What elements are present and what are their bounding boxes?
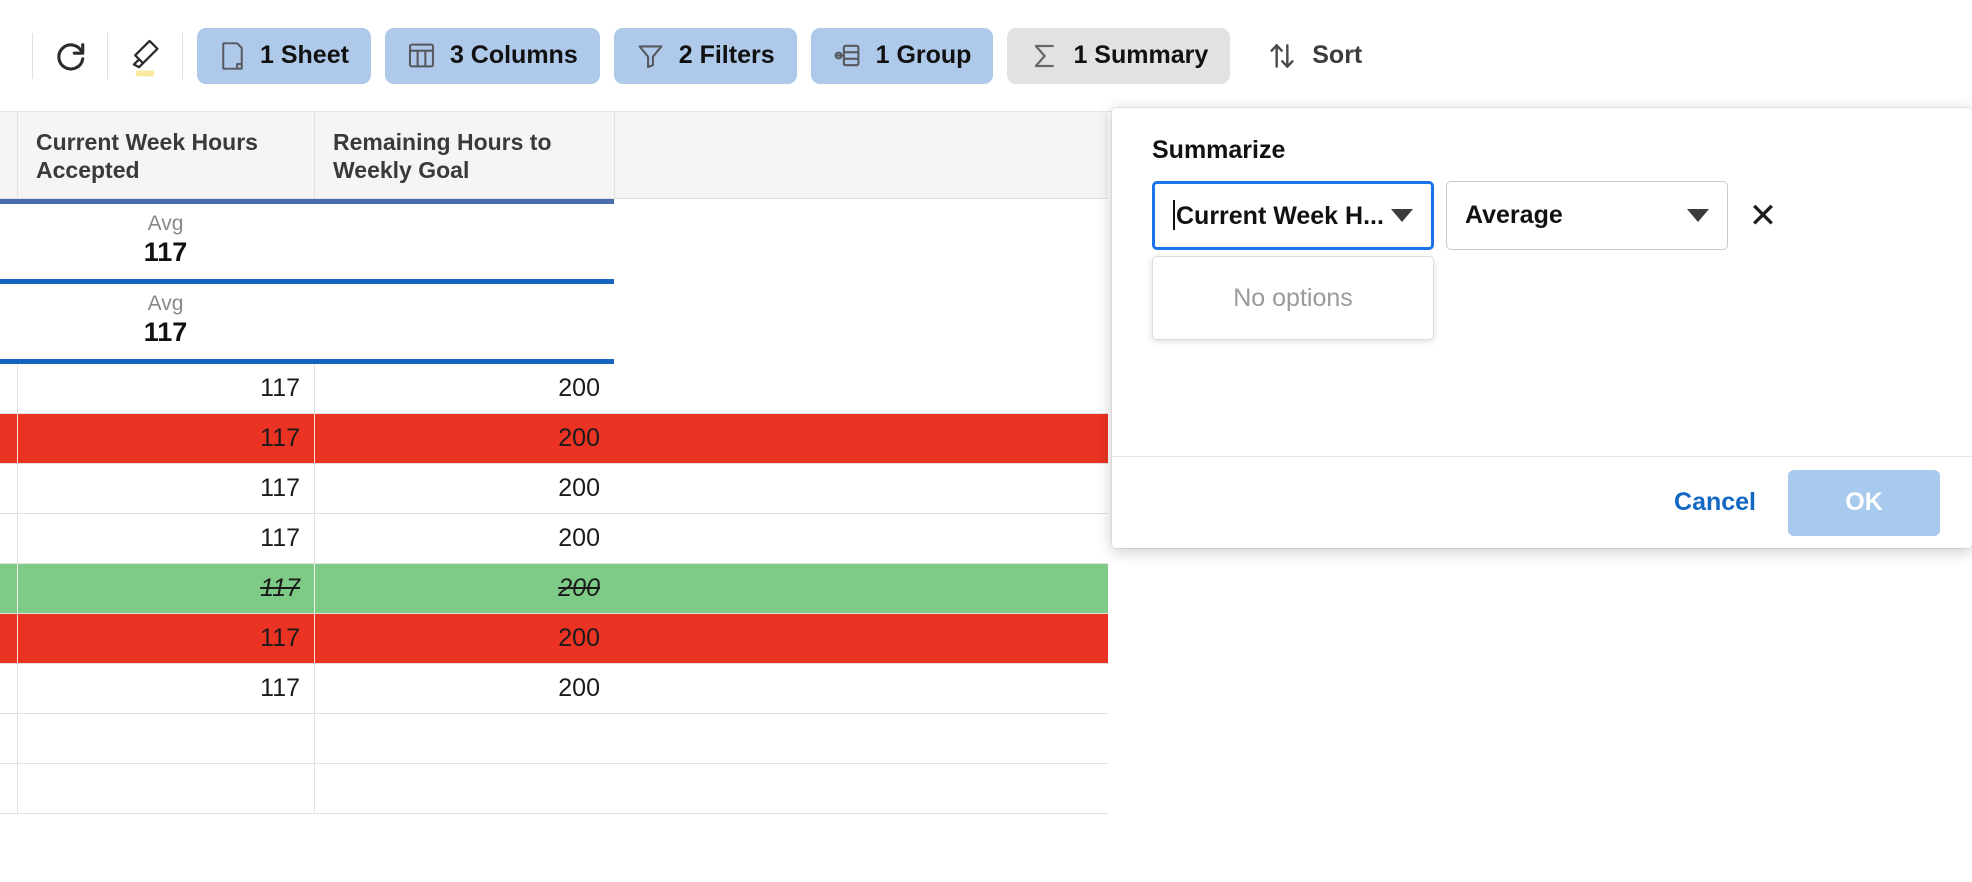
table-cell-current-week-hours-accepted[interactable]: 117 xyxy=(17,614,314,663)
cancel-button[interactable]: Cancel xyxy=(1652,474,1778,531)
table-cell-current-week-hours-accepted[interactable] xyxy=(17,764,314,813)
table-cell-gutter xyxy=(0,664,17,713)
group-summary-cell: Avg 117 xyxy=(17,284,314,350)
table-cell-remaining-hours-to-weekly-goal[interactable]: 200 xyxy=(314,564,614,613)
dropdown-empty-text: No options xyxy=(1233,283,1353,312)
table-row[interactable] xyxy=(0,714,1108,764)
column-header-label: Current Week Hours Accepted xyxy=(36,129,258,184)
table-row[interactable]: 117 200 xyxy=(0,414,1108,464)
summary-chip[interactable]: 1 Summary xyxy=(1007,27,1231,84)
table-cell-remaining-hours-to-weekly-goal[interactable]: 200 xyxy=(314,364,614,413)
sort-chip-label: Sort xyxy=(1312,41,1363,69)
table-row[interactable]: 117 200 xyxy=(0,514,1108,564)
table-cell-remaining-hours-to-weekly-goal[interactable]: 200 xyxy=(314,514,614,563)
refresh-icon xyxy=(53,39,87,73)
group-summary-value: 117 xyxy=(143,237,188,268)
toolbar-divider-3 xyxy=(182,32,183,79)
ok-button[interactable]: OK xyxy=(1788,469,1940,536)
table-row[interactable]: 117 200 xyxy=(0,564,1108,614)
group-summary-row-2: Avg 117 xyxy=(0,284,1108,359)
table-row[interactable] xyxy=(0,764,1108,814)
group-summary-value: 117 xyxy=(143,317,188,348)
table-cell-gutter xyxy=(0,514,17,563)
summarize-field-select[interactable]: Current Week H... xyxy=(1152,181,1434,250)
highlighter-icon xyxy=(125,35,165,77)
summarize-field-value: Current Week H... xyxy=(1173,200,1383,231)
table-cell-gutter xyxy=(0,764,17,813)
table-cell-gutter xyxy=(0,414,17,463)
table-row[interactable]: 117 200 xyxy=(0,614,1108,664)
refresh-button[interactable] xyxy=(33,21,107,91)
group-chip-label: 1 Group xyxy=(875,41,972,69)
chevron-down-icon xyxy=(1383,209,1413,222)
group-summary-row-1: Avg 117 xyxy=(0,204,1108,279)
filter-icon xyxy=(636,41,665,70)
text-cursor xyxy=(1173,200,1175,230)
table-cell-remaining-hours-to-weekly-goal[interactable] xyxy=(314,714,614,763)
column-header-current-week-hours-accepted[interactable]: Current Week Hours Accepted xyxy=(17,112,314,199)
sheet-icon xyxy=(219,41,246,71)
sheet-chip-label: 1 Sheet xyxy=(260,41,349,69)
table-cell-current-week-hours-accepted[interactable]: 117 xyxy=(17,514,314,563)
table-cell-gutter xyxy=(0,714,17,763)
filters-chip[interactable]: 2 Filters xyxy=(613,27,797,84)
sort-chip[interactable]: Sort xyxy=(1244,28,1384,84)
toolbar: 1 Sheet 3 Columns 2 Filters 1 Group 1 Su… xyxy=(0,0,1972,112)
data-grid: Current Week Hours Accepted Remaining Ho… xyxy=(0,112,1108,882)
table-cell-current-week-hours-accepted[interactable]: 117 xyxy=(17,464,314,513)
table-cell-gutter xyxy=(0,564,17,613)
table-cell-current-week-hours-accepted[interactable]: 117 xyxy=(17,564,314,613)
field-options-dropdown[interactable]: No options xyxy=(1152,256,1434,340)
group-chip[interactable]: 1 Group xyxy=(810,27,994,84)
table-cell-current-week-hours-accepted[interactable]: 117 xyxy=(17,414,314,463)
column-header-remaining-hours-to-weekly-goal[interactable]: Remaining Hours to Weekly Goal xyxy=(314,112,614,199)
grid-body: 117 200 117 200 117 200 117 200 117 200 117 200 117 2… xyxy=(0,364,1108,814)
table-cell-current-week-hours-accepted[interactable]: 117 xyxy=(17,364,314,413)
sigma-icon xyxy=(1029,41,1059,71)
table-cell-current-week-hours-accepted[interactable]: 117 xyxy=(17,664,314,713)
summarize-title: Summarize xyxy=(1152,136,1286,164)
summarize-aggregate-select[interactable]: Average xyxy=(1446,181,1728,250)
summary-chip-label: 1 Summary xyxy=(1073,41,1209,69)
table-cell-remaining-hours-to-weekly-goal[interactable]: 200 xyxy=(314,664,614,713)
columns-chip[interactable]: 3 Columns xyxy=(384,27,600,84)
chevron-down-icon xyxy=(1679,209,1709,222)
summarize-aggregate-value: Average xyxy=(1465,201,1563,229)
table-row[interactable]: 117 200 xyxy=(0,364,1108,414)
columns-icon xyxy=(407,41,436,70)
table-row[interactable]: 117 200 xyxy=(0,664,1108,714)
table-cell-remaining-hours-to-weekly-goal[interactable] xyxy=(314,764,614,813)
summarize-popup: Summarize Current Week H... Average ✕ No… xyxy=(1112,108,1972,548)
app-root: 1 Sheet 3 Columns 2 Filters 1 Group 1 Su… xyxy=(0,0,1972,882)
filters-chip-label: 2 Filters xyxy=(678,41,775,69)
group-icon xyxy=(833,41,862,70)
table-cell-gutter xyxy=(0,464,17,513)
group-summary-label: Avg xyxy=(147,212,184,235)
table-cell-gutter xyxy=(0,364,17,413)
table-cell-remaining-hours-to-weekly-goal[interactable]: 200 xyxy=(314,464,614,513)
table-cell-gutter xyxy=(0,614,17,663)
grid-header-row: Current Week Hours Accepted Remaining Ho… xyxy=(0,112,1108,199)
remove-summary-button[interactable]: ✕ xyxy=(1740,181,1786,250)
summarize-controls: Current Week H... Average ✕ xyxy=(1152,181,1932,250)
sheet-chip[interactable]: 1 Sheet xyxy=(197,27,371,84)
columns-chip-label: 3 Columns xyxy=(449,41,578,69)
table-cell-current-week-hours-accepted[interactable] xyxy=(17,714,314,763)
close-icon: ✕ xyxy=(1748,196,1778,235)
group-summary-cell: Avg 117 xyxy=(17,204,314,270)
group-summary-label: Avg xyxy=(147,292,184,315)
summarize-popup-footer: Cancel OK xyxy=(1112,456,1972,548)
table-cell-remaining-hours-to-weekly-goal[interactable]: 200 xyxy=(314,614,614,663)
column-header-label: Remaining Hours to Weekly Goal xyxy=(333,129,552,184)
highlighter-button[interactable] xyxy=(108,21,182,91)
table-cell-remaining-hours-to-weekly-goal[interactable]: 200 xyxy=(314,414,614,463)
summarize-popup-body: Summarize Current Week H... Average ✕ No… xyxy=(1112,108,1972,456)
sort-icon xyxy=(1266,40,1298,72)
column-header-blank-left[interactable] xyxy=(0,112,17,199)
column-header-blank-right[interactable] xyxy=(614,112,1108,199)
table-row[interactable]: 117 200 xyxy=(0,464,1108,514)
